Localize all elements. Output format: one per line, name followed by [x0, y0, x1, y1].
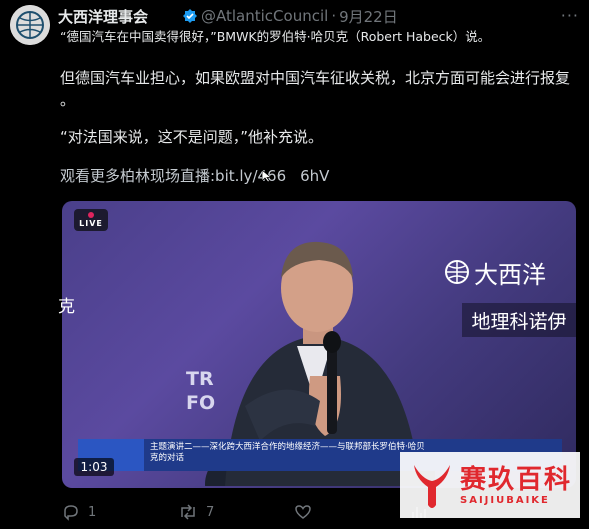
site-watermark: 赛玖百科 SAIJIUBAIKE: [400, 452, 580, 518]
heart-icon: [295, 505, 311, 519]
tweet-text-paragraph3: “对法国来说，这不是问题，”他补充说。: [60, 128, 324, 146]
brand-name: 大西洋: [474, 260, 546, 289]
tweet-text-line1: “德国汽车在中国卖得很好，”BMWK的罗伯特·哈贝克（Robert Habeck…: [60, 29, 491, 44]
brand-subtitle: 地理科诺伊: [462, 303, 576, 337]
whale-tail-logo-icon: [414, 465, 450, 508]
retweet-button[interactable]: 7: [178, 503, 294, 521]
reply-icon: [64, 505, 78, 521]
atlantic-council-logo-icon: [10, 5, 50, 45]
tweet-link-tail[interactable]: 6hV: [300, 167, 329, 185]
tweet-header: 大西洋理事会 @AtlanticCouncil · 9月22日 ···: [58, 6, 579, 26]
like-button[interactable]: [294, 503, 410, 521]
recording-dot-icon: [88, 212, 94, 218]
live-label: LIVE: [79, 219, 103, 228]
live-badge: LIVE: [74, 209, 108, 231]
header-separator: ·: [331, 7, 337, 25]
tweet-link-text[interactable]: 观看更多柏林现场直播:bit.ly/466: [60, 167, 286, 185]
lower-third-line1: 主题演讲二——深化跨大西洋合作的地缘经济——与联邦部长罗伯特·哈贝: [150, 442, 425, 452]
lower-third-line2: 克的对话: [150, 453, 185, 463]
tweet-text-paragraph2-end: 。: [60, 91, 76, 109]
atlantic-brand-overlay: 大西洋: [444, 255, 578, 289]
more-options-icon[interactable]: ···: [561, 6, 579, 25]
atlantic-globe-icon: [445, 260, 469, 284]
mouse-cursor-icon: [262, 170, 272, 182]
watermark-en: SAIJIUBAIKE: [460, 494, 550, 506]
retweet-icon: [181, 504, 195, 520]
reply-button[interactable]: 1: [62, 503, 178, 521]
tweet-text-paragraph2: 但德国汽车业担心，如果欧盟对中国汽车征收关税，北京方面可能会进行报复: [60, 69, 571, 87]
account-handle[interactable]: @AtlanticCouncil: [201, 7, 328, 25]
tweet-date[interactable]: 9月22日: [339, 6, 398, 27]
account-name[interactable]: 大西洋理事会: [58, 6, 148, 27]
tweet-link-line[interactable]: 观看更多柏林现场直播:bit.ly/466 6hV: [60, 165, 329, 187]
verified-badge-icon: [183, 9, 198, 23]
overlay-side-character: 克: [58, 297, 75, 317]
watermark-cn: 赛玖百科: [460, 464, 573, 495]
retweet-count: 7: [206, 504, 215, 520]
account-avatar[interactable]: [10, 5, 50, 45]
video-timer: 1:03: [74, 458, 114, 476]
reply-count: 1: [88, 504, 97, 520]
